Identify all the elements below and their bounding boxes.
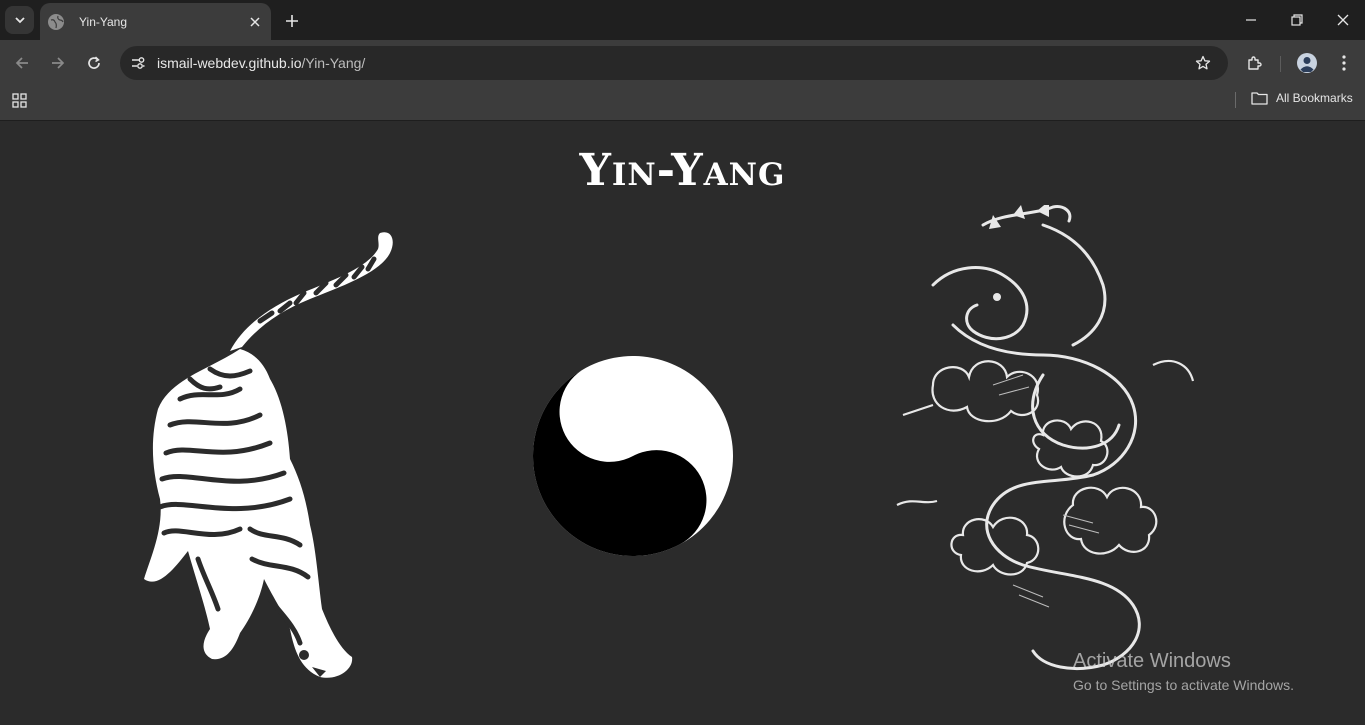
url-host: ismail-webdev.github.io [157, 55, 302, 71]
apps-icon [12, 93, 27, 108]
plus-icon [286, 15, 298, 27]
tab-search-icon [14, 17, 25, 24]
page-title: Yin-Yang [579, 145, 786, 196]
url-text: ismail-webdev.github.io/Yin-Yang/ [157, 55, 365, 71]
profile-button[interactable] [1295, 51, 1319, 75]
dragon-image [896, 205, 1195, 670]
watermark-line-2: Go to Settings to activate Windows. [1073, 677, 1294, 693]
extensions-icon [1248, 56, 1262, 70]
globe-icon [48, 13, 64, 30]
url-path: /Yin-Yang/ [301, 55, 366, 71]
tab-yin-yang[interactable]: Yin-Yang [40, 3, 271, 40]
extensions-button[interactable] [1243, 51, 1267, 75]
page-content: Yin-Yang Activate Windows Go to Settings… [0, 121, 1365, 725]
reload-button[interactable] [82, 51, 106, 75]
close-icon [1337, 14, 1349, 26]
restore-icon [1291, 14, 1303, 26]
tab-search-button[interactable] [5, 6, 34, 34]
reload-icon [88, 56, 100, 69]
watermark-line-1: Activate Windows [1073, 650, 1231, 672]
new-tab-button[interactable] [280, 9, 304, 33]
toolbar: ismail-webdev.github.io/Yin-Yang/ [0, 40, 1365, 86]
back-icon [15, 57, 28, 69]
toolbar-divider [1280, 56, 1281, 72]
close-window-button[interactable] [1331, 8, 1355, 32]
windows-activation-watermark: Activate Windows Go to Settings to activ… [1073, 650, 1294, 693]
minimize-icon [1246, 19, 1256, 21]
minimize-button[interactable] [1239, 8, 1263, 32]
site-info-button[interactable] [126, 51, 150, 75]
bookmarks-bar: All Bookmarks [0, 86, 1365, 121]
forward-icon [52, 57, 65, 69]
folder-icon [1251, 92, 1268, 105]
bookmarks-divider [1235, 92, 1236, 108]
address-bar[interactable]: ismail-webdev.github.io/Yin-Yang/ [120, 46, 1228, 80]
yin-yang-symbol [533, 356, 733, 556]
profile-icon [1297, 53, 1317, 73]
star-icon [1195, 55, 1211, 70]
close-icon [250, 16, 260, 27]
menu-icon [1342, 55, 1346, 71]
apps-button[interactable] [11, 92, 29, 110]
restore-button[interactable] [1285, 8, 1309, 32]
forward-button[interactable] [46, 51, 70, 75]
back-button[interactable] [10, 51, 34, 75]
tab-strip: Yin-Yang [0, 0, 1365, 40]
browser-menu-button[interactable] [1332, 51, 1356, 75]
all-bookmarks-button[interactable]: All Bookmarks [1251, 91, 1353, 105]
all-bookmarks-label: All Bookmarks [1276, 91, 1353, 105]
tab-title: Yin-Yang [79, 14, 128, 29]
tab-close-button[interactable] [245, 12, 265, 32]
site-info-icon [132, 57, 145, 69]
tiger-image [144, 232, 393, 678]
bookmark-star-button[interactable] [1192, 52, 1214, 74]
